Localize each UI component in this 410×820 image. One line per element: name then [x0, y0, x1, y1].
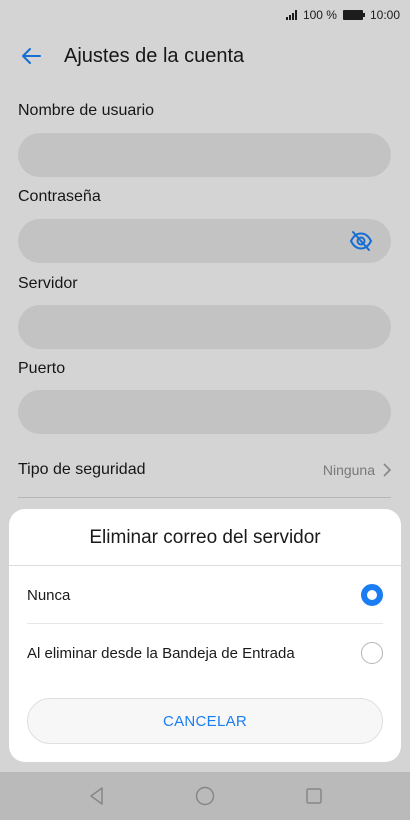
option-never-label: Nunca [27, 586, 71, 604]
option-divider [27, 623, 383, 624]
option-never[interactable]: Nunca [27, 567, 383, 623]
dialog-divider [9, 565, 401, 566]
dialog-title: Eliminar correo del servidor [89, 527, 321, 548]
cancel-button[interactable]: CANCELAR [27, 698, 383, 744]
option-on-inbox-delete[interactable]: Al eliminar desde la Bandeja de Entrada [27, 625, 383, 681]
option-never-radio[interactable] [361, 584, 383, 606]
option-on-inbox-delete-radio[interactable] [361, 642, 383, 664]
delete-mail-dialog: Eliminar correo del servidor Nunca Al el… [9, 509, 401, 762]
option-on-inbox-delete-label: Al eliminar desde la Bandeja de Entrada [27, 644, 295, 662]
